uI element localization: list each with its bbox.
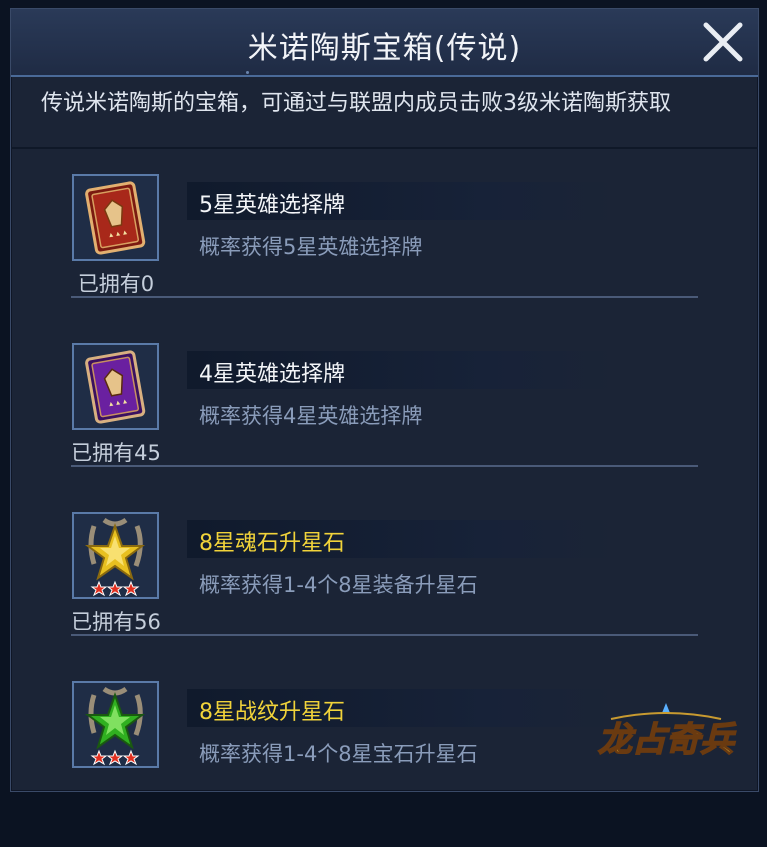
dialog-description: 传说米诺陶斯的宝箱，可通过与联盟内成员击败3级米诺陶斯获取 xyxy=(41,91,671,116)
header-dot xyxy=(246,71,249,74)
item-icon-frame[interactable] xyxy=(72,681,159,768)
owned-count: 已拥有0 xyxy=(77,272,155,296)
owned-count: 已拥有56 xyxy=(71,610,161,634)
row-divider xyxy=(71,634,698,636)
row-divider xyxy=(71,296,698,298)
item-name: 5星英雄选择牌 xyxy=(199,193,345,218)
item-subtitle: 概率获得1-4个8星装备升星石 xyxy=(199,573,478,597)
chest-dialog: 米诺陶斯宝箱(传说) 传说米诺陶斯的宝箱，可通过与联盟内成员击败3级米诺陶斯获取… xyxy=(10,8,759,792)
green-star-stone-icon xyxy=(74,683,157,766)
game-logo-icon: 龙占奇兵 xyxy=(597,703,738,761)
dialog-title: 米诺陶斯宝箱(传说) xyxy=(247,31,522,66)
reward-row: 已拥有56 8星魂石升星石 概率获得1-4个8星装备升星石 xyxy=(11,512,758,678)
description-divider xyxy=(11,147,758,149)
item-subtitle: 概率获得4星英雄选择牌 xyxy=(199,404,423,428)
gold-star-stone-icon xyxy=(74,514,157,597)
item-name: 4星英雄选择牌 xyxy=(199,362,345,387)
game-logo: 龙占奇兵 xyxy=(591,699,741,769)
item-subtitle: 概率获得5星英雄选择牌 xyxy=(199,235,423,259)
owned-count: 已拥有45 xyxy=(71,441,161,465)
reward-row: 已拥有0 5星英雄选择牌 概率获得5星英雄选择牌 xyxy=(11,174,758,340)
item-name: 8星魂石升星石 xyxy=(199,531,345,556)
reward-row: 已拥有45 4星英雄选择牌 概率获得4星英雄选择牌 xyxy=(11,343,758,509)
close-button[interactable] xyxy=(702,21,744,63)
purple-hero-card-icon xyxy=(74,345,157,428)
red-hero-card-icon xyxy=(74,176,157,259)
item-subtitle: 概率获得1-4个8星宝石升星石 xyxy=(199,742,478,766)
item-name: 8星战纹升星石 xyxy=(199,700,345,725)
item-icon-frame[interactable] xyxy=(72,512,159,599)
item-name-bar: 4星英雄选择牌 xyxy=(187,351,617,389)
item-icon-frame[interactable] xyxy=(72,343,159,430)
item-name-bar: 5星英雄选择牌 xyxy=(187,182,617,220)
row-divider xyxy=(71,465,698,467)
dialog-header: 米诺陶斯宝箱(传说) xyxy=(11,9,758,77)
logo-text: 龙占奇兵 xyxy=(598,720,737,760)
close-icon xyxy=(703,22,743,62)
item-name-bar: 8星魂石升星石 xyxy=(187,520,617,558)
item-icon-frame[interactable] xyxy=(72,174,159,261)
item-name-bar: 8星战纹升星石 xyxy=(187,689,617,727)
